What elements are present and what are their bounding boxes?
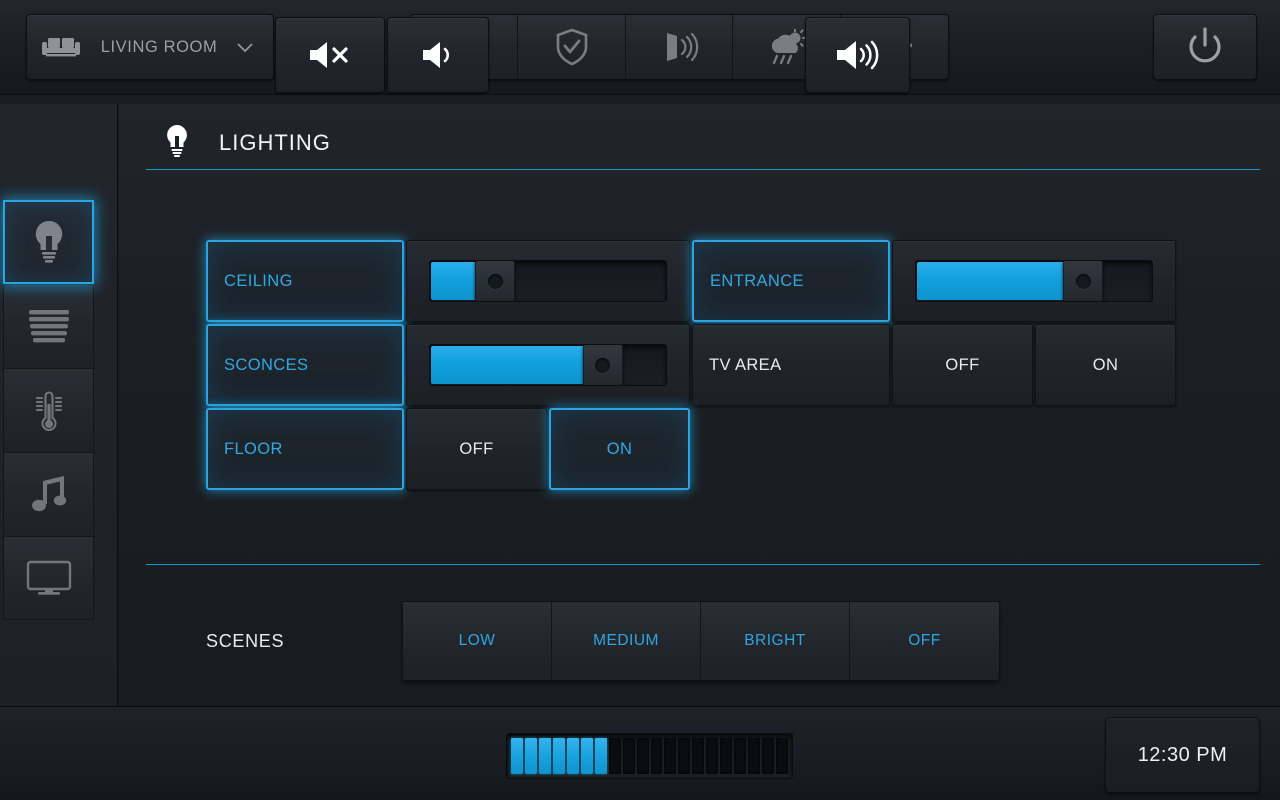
light-row-floor: FLOOR OFF ON [206,408,1176,490]
room-selector-dropdown[interactable]: LIVING ROOM [26,14,274,80]
weather-icon [764,29,808,65]
security-button[interactable] [518,15,625,79]
light-entrance-name[interactable]: ENTRANCE [692,240,890,322]
volume-segment [748,738,760,774]
page-title: LIGHTING [219,130,331,156]
volume-segment [692,738,704,774]
thermometer-icon [27,388,71,434]
volume-segment [651,738,663,774]
light-sconces-slider[interactable] [429,344,667,386]
light-entrance-slider-cell [892,240,1176,322]
light-floor-off-button[interactable]: OFF [406,408,547,490]
volume-segment [776,738,788,774]
volume-segment [720,738,732,774]
scenes-divider [146,564,1260,565]
sofa-icon [41,34,81,60]
light-row-sconces-tvarea: SCONCES TV AREA OFF ON [206,324,1176,406]
sidebar-item-lighting[interactable] [3,200,94,284]
light-name-label: ENTRANCE [710,272,804,291]
slider-fill [917,262,1084,300]
volume-segment [664,738,676,774]
chevron-down-icon [235,40,255,54]
power-icon [1185,26,1225,68]
toggle-label: ON [1093,356,1119,375]
light-entrance-slider[interactable] [915,260,1153,302]
volume-segment [567,738,579,774]
slider-knob[interactable] [1063,260,1103,302]
light-sconces-slider-cell [406,324,690,406]
shield-icon [555,28,589,66]
volume-segment [581,738,593,774]
intercom-button[interactable] [626,15,733,79]
light-name-label: FLOOR [224,440,283,459]
sidebar-nav-list [3,200,94,620]
light-name-label: TV AREA [709,356,782,375]
volume-mute-icon [306,38,354,72]
volume-segment [525,738,537,774]
light-ceiling-name[interactable]: CEILING [206,240,404,322]
volume-segment [539,738,551,774]
power-button[interactable] [1153,14,1257,80]
volume-down-button[interactable] [387,17,489,93]
bulb-icon [163,123,191,163]
intercom-icon [658,30,700,64]
light-floor-on-button[interactable]: ON [549,408,690,490]
header-divider [146,169,1260,170]
volume-segment [553,738,565,774]
toggle-label: ON [607,440,633,459]
scene-button-off[interactable]: OFF [850,602,999,680]
scene-button-medium[interactable]: MEDIUM [552,602,701,680]
sidebar-item-video[interactable] [3,536,94,620]
volume-segment [678,738,690,774]
scene-button-low[interactable]: LOW [403,602,552,680]
light-name-label: CEILING [224,272,293,291]
scenes-label: SCENES [206,631,402,652]
light-sconces-name[interactable]: SCONCES [206,324,404,406]
light-ceiling-slider[interactable] [429,260,667,302]
light-ceiling-slider-cell [406,240,690,322]
toggle-label: OFF [945,356,979,375]
volume-segment [623,738,635,774]
scenes-section: SCENES LOW MEDIUM BRIGHT OFF [206,601,1000,681]
sidebar-item-audio[interactable] [3,452,94,536]
scene-button-group: LOW MEDIUM BRIGHT OFF [402,601,1000,681]
tv-icon [25,558,73,598]
light-row-ceiling-entrance: CEILING ENTRANCE [206,240,1176,322]
music-note-icon [27,474,71,516]
volume-high-icon [833,37,883,73]
page-header: LIGHTING [146,112,1259,174]
volume-segment [595,738,607,774]
light-name-label: SCONCES [224,356,308,375]
room-selector-label: LIVING ROOM [81,38,235,57]
slider-knob[interactable] [475,260,515,302]
volume-level-meter[interactable] [506,733,793,779]
volume-segment [609,738,621,774]
volume-segment [637,738,649,774]
volume-segment [706,738,718,774]
light-tvarea-name[interactable]: TV AREA [692,324,890,406]
sidebar [0,104,118,706]
bulb-icon [29,218,69,266]
light-tvarea-on-button[interactable]: ON [1035,324,1176,406]
volume-up-button[interactable] [805,17,910,93]
volume-segment [762,738,774,774]
light-controls-grid: CEILING ENTRANCE SCONCES [206,240,1176,492]
light-floor-name[interactable]: FLOOR [206,408,404,490]
clock: 12:30 PM [1105,717,1260,793]
volume-segment [511,738,523,774]
blinds-icon [26,307,72,347]
slider-fill [431,346,604,384]
mute-button[interactable] [275,17,385,93]
sidebar-item-shades[interactable] [3,284,94,368]
toggle-label: OFF [459,440,493,459]
smart-home-control-panel: LIVING ROOM [0,0,1280,800]
slider-knob[interactable] [583,344,623,386]
sidebar-item-climate[interactable] [3,368,94,452]
top-bar: LIVING ROOM [0,0,1280,95]
volume-low-icon [417,38,459,72]
light-tvarea-off-button[interactable]: OFF [892,324,1033,406]
volume-segment [734,738,746,774]
scene-button-bright[interactable]: BRIGHT [701,602,850,680]
